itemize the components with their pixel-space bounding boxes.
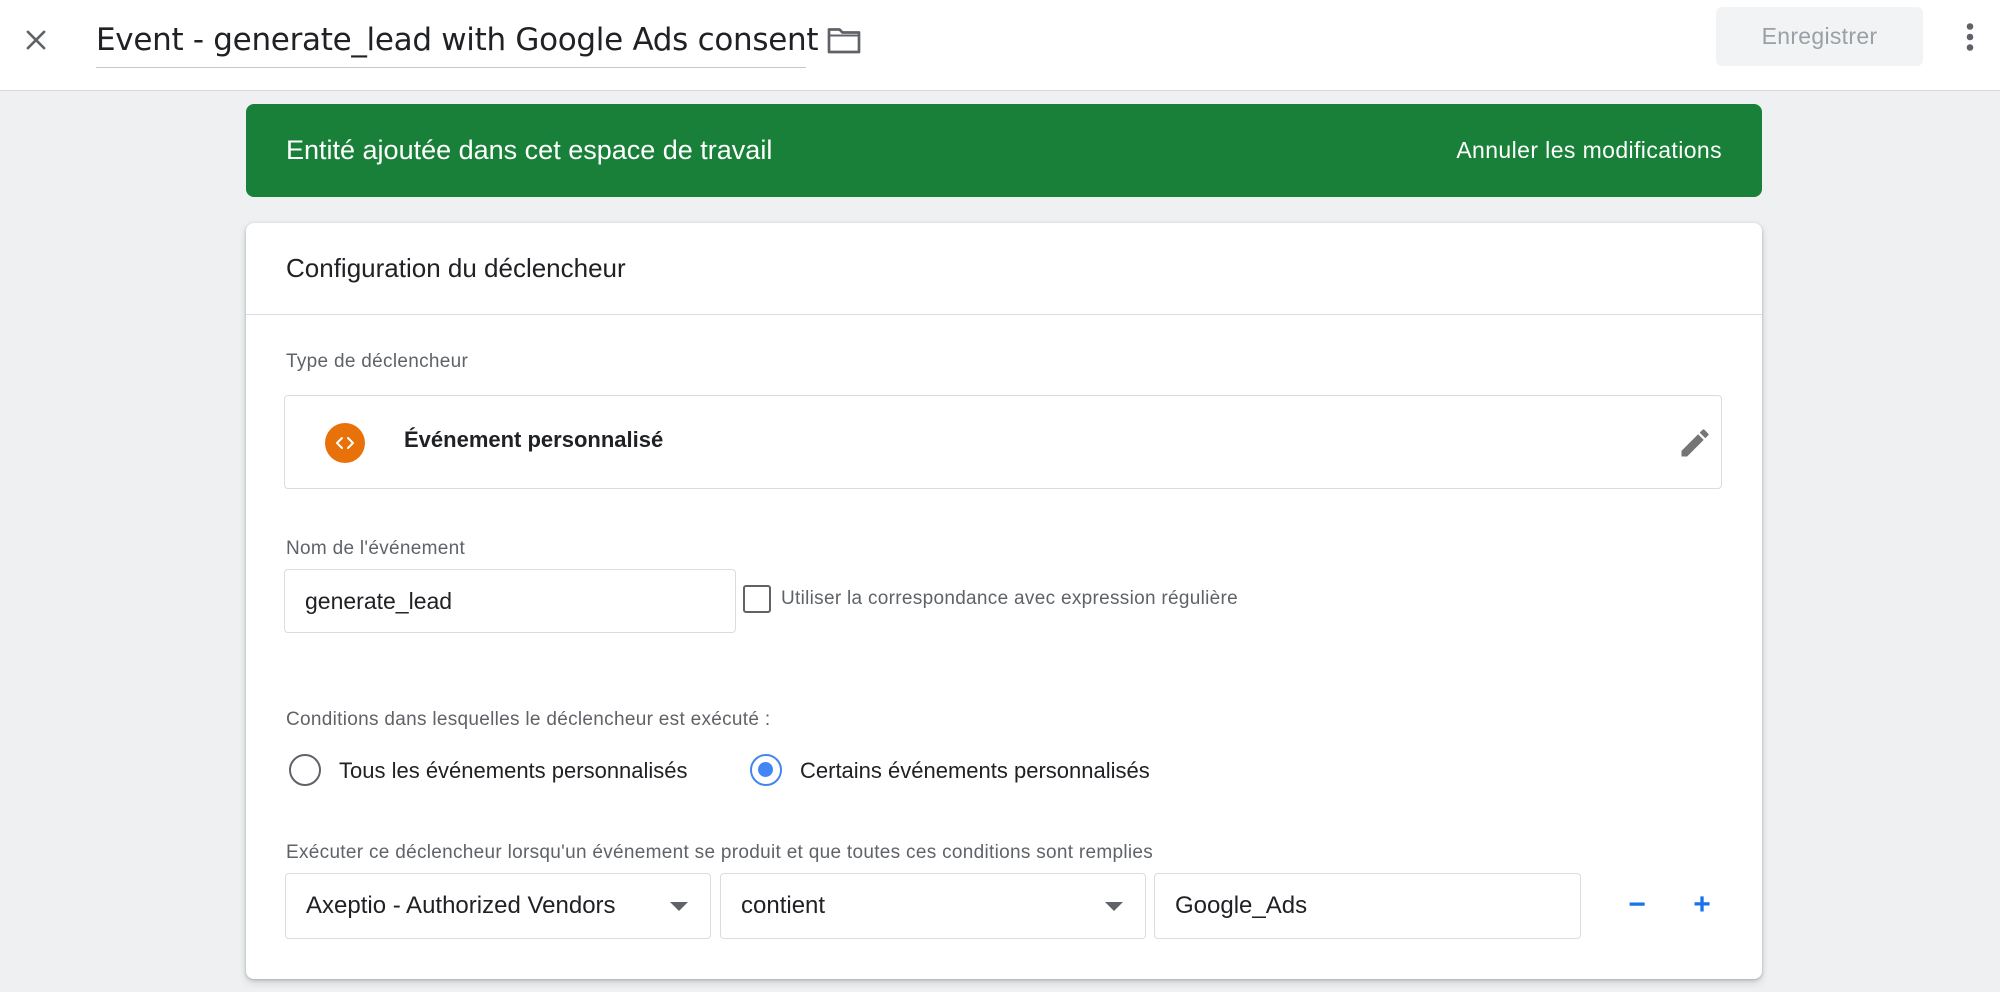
add-condition-button[interactable]: +: [1682, 883, 1722, 927]
close-button[interactable]: [16, 20, 56, 60]
folder-button[interactable]: [822, 20, 866, 60]
trigger-title-field[interactable]: Event - generate_lead with Google Ads co…: [96, 12, 818, 68]
trigger-title: Event - generate_lead with Google Ads co…: [96, 21, 819, 58]
undo-changes-button[interactable]: Annuler les modifications: [1456, 137, 1722, 164]
card-header: Configuration du déclencheur: [246, 223, 1762, 315]
filter-label: Exécuter ce déclencheur lorsqu'un événem…: [286, 842, 1154, 863]
banner-message: Entité ajoutée dans cet espace de travai…: [286, 135, 773, 165]
event-name-label: Nom de l'événement: [286, 538, 466, 559]
filter-value-input[interactable]: Google_Ads: [1154, 873, 1581, 939]
trigger-type-label: Type de déclencheur: [286, 351, 469, 372]
more-options-button[interactable]: [1950, 14, 1990, 60]
save-button[interactable]: Enregistrer: [1716, 7, 1923, 66]
conditions-label: Conditions dans lesquelles le déclencheu…: [286, 709, 771, 730]
top-bar: Event - generate_lead with Google Ads co…: [0, 0, 2000, 91]
trigger-type-name: Événement personnalisé: [404, 427, 664, 452]
event-name-input[interactable]: generate_lead: [284, 569, 736, 633]
custom-event-icon: [325, 423, 365, 463]
edit-pencil-icon[interactable]: [1677, 425, 1713, 461]
radio-some-events[interactable]: [750, 754, 782, 786]
filter-variable-select[interactable]: Axeptio - Authorized Vendors: [285, 873, 711, 939]
remove-condition-button[interactable]: −: [1617, 883, 1657, 927]
dropdown-caret-icon: [1105, 902, 1123, 911]
filter-operator-select[interactable]: contient: [720, 873, 1146, 939]
card-title: Configuration du déclencheur: [286, 253, 626, 283]
trigger-config-card: Configuration du déclencheur Type de déc…: [246, 223, 1762, 979]
trigger-type-selector[interactable]: Événement personnalisé: [284, 395, 1722, 489]
radio-all-events-label: Tous les événements personnalisés: [339, 758, 688, 783]
filter-variable-value: Axeptio - Authorized Vendors: [306, 892, 616, 919]
radio-all-events[interactable]: [289, 754, 321, 786]
radio-some-events-label: Certains événements personnalisés: [800, 758, 1150, 783]
dropdown-caret-icon: [670, 902, 688, 911]
more-vert-icon: [1966, 23, 1974, 51]
filter-operator-value: contient: [741, 892, 826, 919]
workspace-banner: Entité ajoutée dans cet espace de travai…: [246, 104, 1762, 197]
folder-icon: [827, 28, 861, 54]
close-icon: [26, 30, 46, 50]
regex-checkbox[interactable]: [743, 585, 771, 613]
regex-checkbox-label: Utiliser la correspondance avec expressi…: [781, 588, 1239, 609]
